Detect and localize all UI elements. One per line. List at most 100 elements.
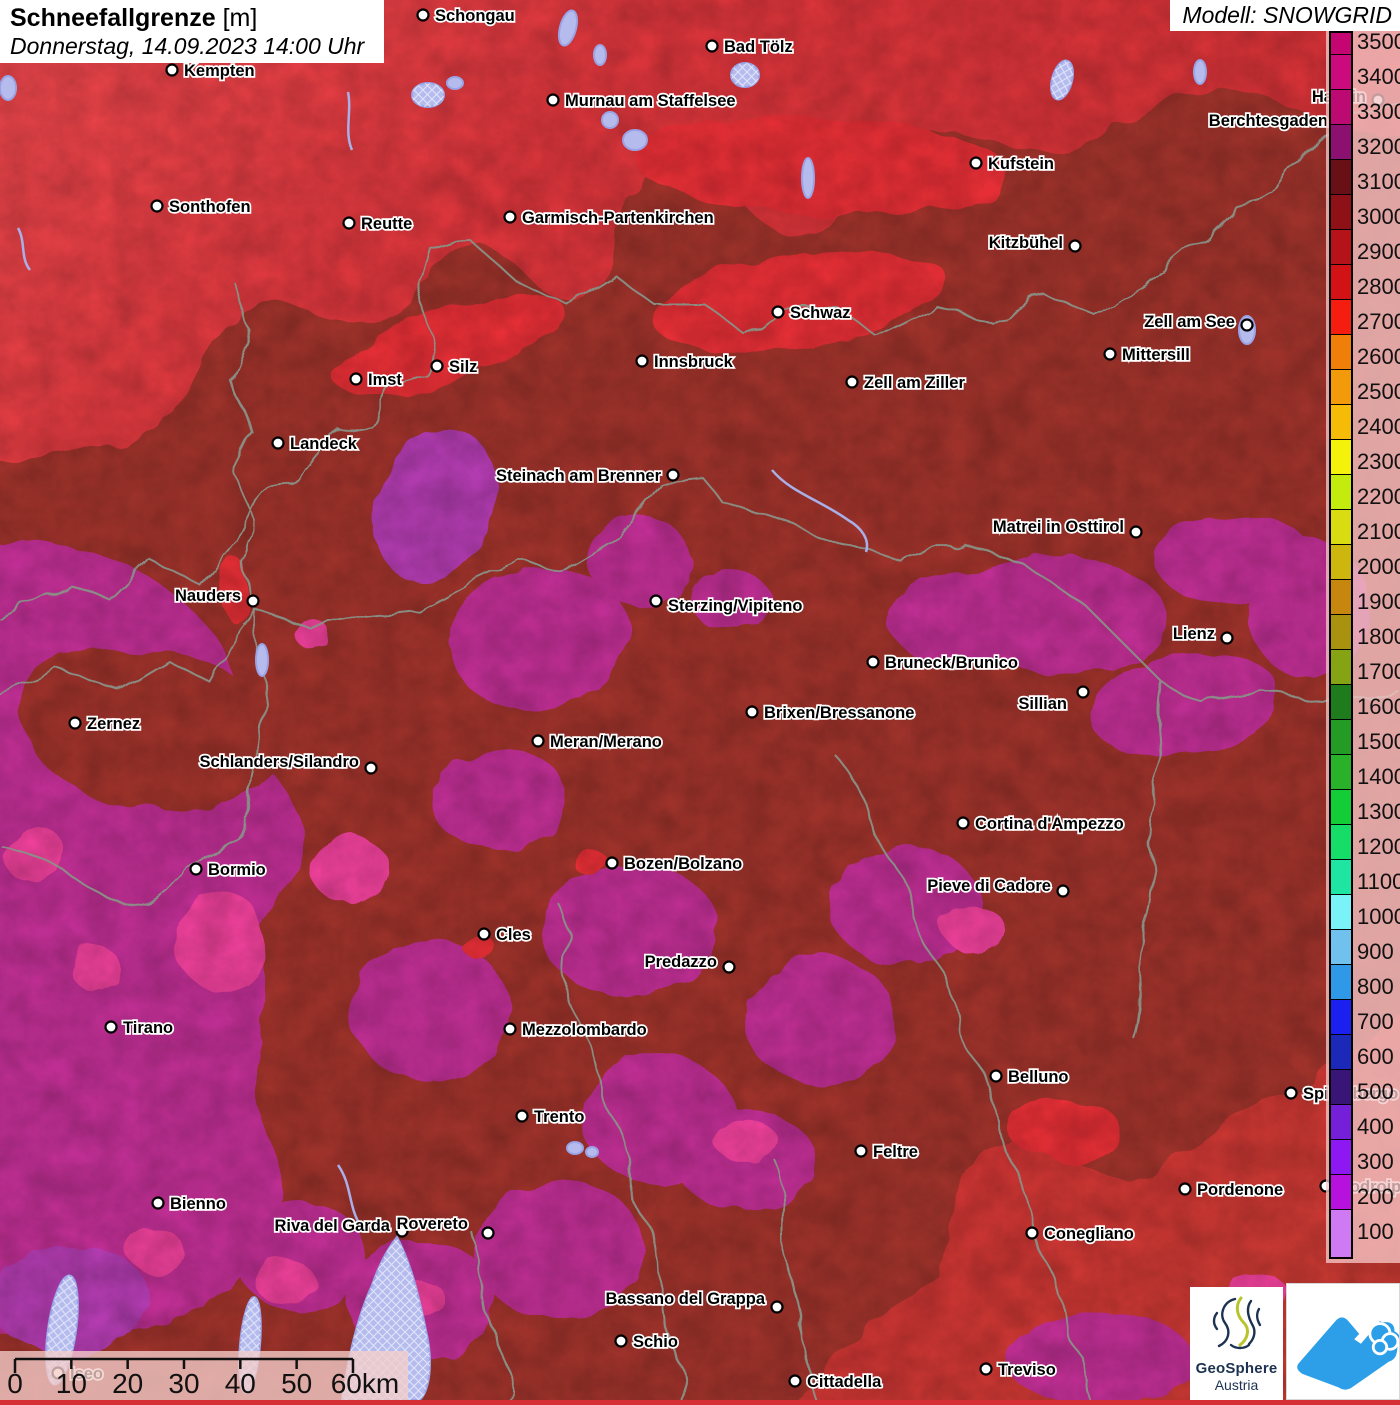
colorbar-value: 1800 <box>1357 626 1400 648</box>
city-label: Mezzolombardo <box>522 1021 647 1039</box>
city-marker <box>991 1071 1002 1082</box>
colorbar-value: 400 <box>1357 1116 1394 1138</box>
city: Garmisch-Partenkirchen <box>505 209 714 227</box>
colorbar-value: 1000 <box>1357 906 1400 928</box>
geosphere-logo: GeoSphere Austria <box>1190 1287 1283 1400</box>
city-label: Bozen/Bolzano <box>624 855 742 873</box>
colorbar-value: 2900 <box>1357 241 1400 263</box>
city-marker <box>868 657 879 668</box>
city: Bruneck/Brunico <box>868 654 1018 672</box>
colorbar-swatch <box>1331 370 1351 405</box>
city-label: Belluno <box>1008 1068 1069 1086</box>
colorbar-value: 1100 <box>1357 871 1400 893</box>
city-label: Reutte <box>361 215 412 233</box>
city-label: Sonthofen <box>169 198 251 216</box>
city-label: Bienno <box>170 1195 226 1213</box>
colorbar-value: 3100 <box>1357 171 1400 193</box>
city-label: Garmisch-Partenkirchen <box>522 209 714 227</box>
colorbar-value: 1500 <box>1357 731 1400 753</box>
scalebar-label: 60km <box>331 1368 399 1400</box>
city-label: Pordenone <box>1197 1181 1283 1199</box>
city-marker <box>432 361 443 372</box>
city-marker <box>651 596 662 607</box>
city-marker <box>344 218 355 229</box>
colorbar-value: 2400 <box>1357 416 1400 438</box>
colorbar-value: 2600 <box>1357 346 1400 368</box>
colorbar-value: 500 <box>1357 1081 1394 1103</box>
scalebar-label: 0 <box>7 1368 23 1400</box>
colorbar-value: 1400 <box>1357 766 1400 788</box>
city-marker <box>70 718 81 729</box>
city-marker <box>773 307 784 318</box>
city-marker <box>191 864 202 875</box>
colorbar-value: 3400 <box>1357 66 1400 88</box>
city-marker <box>248 596 259 607</box>
city-label: Schwaz <box>790 304 851 322</box>
colorbar-swatch <box>1331 930 1351 965</box>
city: Mezzolombardo <box>505 1021 647 1039</box>
city-label: Zernez <box>87 715 140 733</box>
city-label: Trento <box>534 1108 584 1126</box>
scalebar-label: 50 <box>281 1368 312 1400</box>
city-marker <box>548 95 559 106</box>
city-label: Predazzo <box>645 953 717 971</box>
city-label: Matrei in Osttirol <box>993 518 1124 536</box>
city-label: Innsbruck <box>654 353 734 371</box>
colorbar-swatch <box>1331 1070 1351 1105</box>
city-marker <box>1058 886 1069 897</box>
city-label: Riva del Garda <box>274 1217 390 1235</box>
valid-datetime: Donnerstag, 14.09.2023 14:00 Uhr <box>10 32 374 60</box>
city-label: Cittadella <box>807 1373 882 1391</box>
city-label: Bormio <box>208 861 266 879</box>
page-title: Schneefallgrenze [m] <box>10 4 374 32</box>
city-marker <box>351 374 362 385</box>
city: Berchtesgaden <box>1209 112 1328 130</box>
city-marker <box>971 158 982 169</box>
city-label: Sillian <box>1018 695 1067 713</box>
city-label: Landeck <box>290 435 358 453</box>
city-label: Pieve di Cadore <box>927 877 1051 895</box>
city-marker <box>1027 1228 1038 1239</box>
colorbar-swatch <box>1331 55 1351 90</box>
city-marker <box>981 1364 992 1375</box>
colorbar-swatch <box>1331 685 1351 720</box>
city-label: Conegliano <box>1044 1225 1134 1243</box>
colorbar-swatch <box>1331 195 1351 230</box>
city-label: Schio <box>633 1333 678 1351</box>
product-name: Schneefallgrenze <box>10 4 216 32</box>
partner-logo-box <box>1286 1283 1400 1400</box>
city-label: Nauders <box>175 587 241 605</box>
city-label: Zell am Ziller <box>864 374 965 392</box>
city-marker <box>616 1336 627 1347</box>
city-marker <box>517 1111 528 1122</box>
weather-map: SchongauBad TölzKemptenMurnau am Staffel… <box>0 0 1400 1400</box>
colorbar-value: 2500 <box>1357 381 1400 403</box>
city-label: Steinach am Brenner <box>496 467 662 485</box>
scalebar-label: 40 <box>225 1368 256 1400</box>
colorbar-value: 1600 <box>1357 696 1400 718</box>
colorbar-swatch <box>1331 755 1351 790</box>
city: Cortina d'Ampezzo <box>958 815 1124 833</box>
city-marker <box>1131 527 1142 538</box>
city-marker <box>106 1022 117 1033</box>
city-label: Kitzbühel <box>989 234 1063 252</box>
city-marker <box>479 929 490 940</box>
city: Bozen/Bolzano <box>607 855 743 873</box>
city-marker <box>724 962 735 973</box>
city-label: Berchtesgaden <box>1209 112 1328 130</box>
city-marker <box>533 736 544 747</box>
colorbar-value: 200 <box>1357 1186 1394 1208</box>
city-marker <box>790 1376 801 1387</box>
city-label: Treviso <box>998 1361 1056 1379</box>
colorbar-swatch <box>1331 230 1351 265</box>
city-label: Rovereto <box>396 1215 468 1233</box>
city-label: Kufstein <box>988 155 1054 173</box>
colorbar-value: 3500 <box>1357 31 1400 53</box>
city-label: Bad Tölz <box>724 38 793 56</box>
city-marker <box>1222 633 1233 644</box>
colorbar-swatch <box>1331 1140 1351 1175</box>
colorbar-value: 800 <box>1357 976 1394 998</box>
city-marker <box>366 763 377 774</box>
colorbar-swatch <box>1331 1035 1351 1070</box>
city: Sterzing/Vipiteno <box>651 596 803 616</box>
